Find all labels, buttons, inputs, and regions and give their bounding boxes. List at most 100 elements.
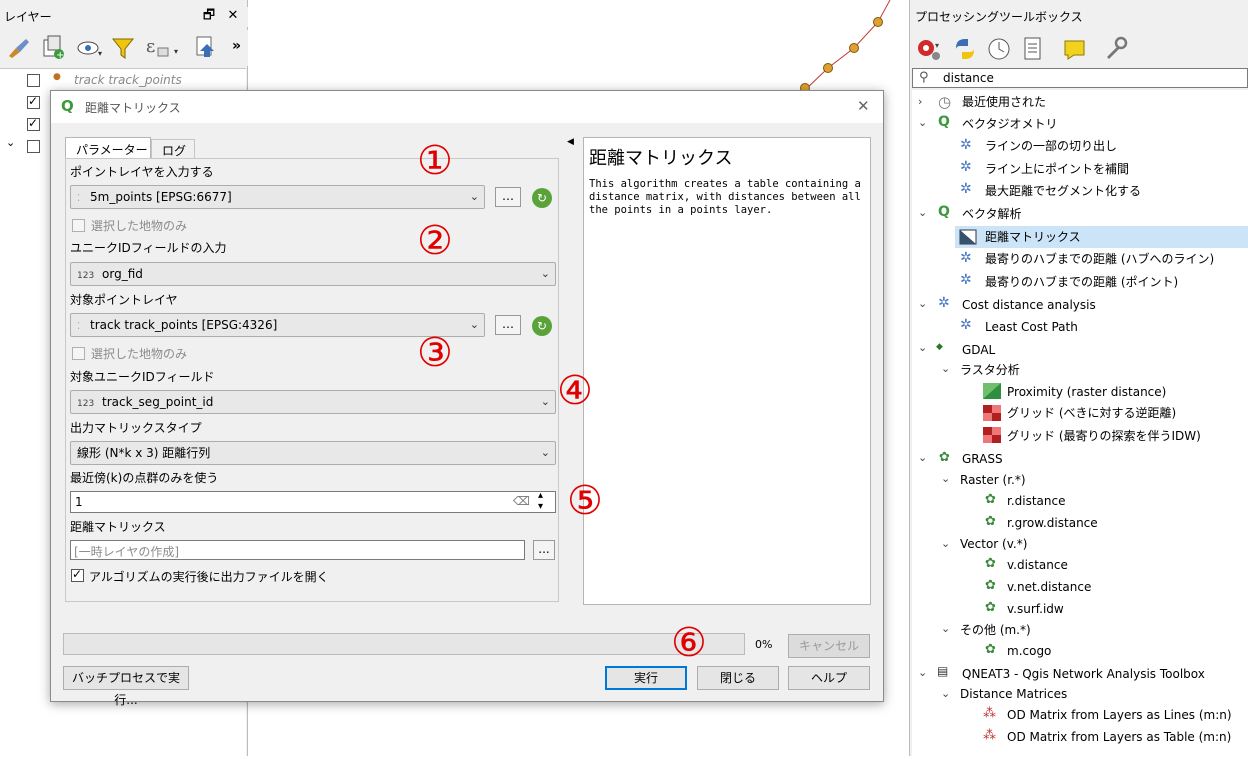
- tree-item[interactable]: 最大距離でセグメント化する: [985, 180, 1141, 202]
- tree-item[interactable]: 最寄りのハブまでの距離 (ハブへのライン): [985, 248, 1214, 270]
- expand-chevron-icon[interactable]: ⌄: [6, 136, 15, 149]
- tree-item[interactable]: Least Cost Path: [985, 316, 1078, 338]
- qgis-logo-icon: Q: [938, 114, 950, 130]
- chevron-right-icon[interactable]: ›: [918, 95, 922, 108]
- svg-text:+: +: [56, 50, 64, 60]
- chevron-down-icon[interactable]: ⌄: [918, 451, 927, 464]
- tree-item[interactable]: v.net.distance: [1007, 576, 1091, 598]
- chevron-down-icon[interactable]: ⌄: [941, 362, 950, 375]
- style-brush-icon[interactable]: [6, 36, 32, 60]
- chevron-down-icon[interactable]: ⌄: [941, 472, 950, 485]
- tree-item[interactable]: OD Matrix from Layers as Lines (m:n): [1007, 704, 1232, 726]
- grid-raster-icon: [983, 405, 1001, 421]
- collapse-help-arrow-icon[interactable]: ◀: [567, 137, 574, 147]
- dialog-titlebar: Q 距離マトリックス ✕: [51, 91, 883, 123]
- output-browse-button[interactable]: ...: [533, 540, 555, 560]
- chevron-down-icon[interactable]: ⌄: [918, 666, 927, 679]
- input-points-label: ポイントレイヤを入力する: [70, 165, 214, 179]
- tree-group[interactable]: Raster (r.*): [960, 469, 1026, 491]
- tree-group[interactable]: ベクタジオメトリ: [962, 113, 1058, 135]
- tree-item[interactable]: 最近使用された: [962, 91, 1046, 113]
- grass-algorithm-icon: ✿: [985, 642, 996, 657]
- results-document-icon[interactable]: [1020, 36, 1046, 62]
- tree-item[interactable]: 最寄りのハブまでの距離 (ポイント): [985, 271, 1178, 293]
- dialog-close-icon[interactable]: ✕: [857, 97, 870, 115]
- python-icon[interactable]: [952, 36, 978, 62]
- spin-arrows-icon[interactable]: ▴ ▾: [538, 490, 543, 512]
- history-clock-icon[interactable]: [986, 36, 1012, 62]
- expression-filter-icon[interactable]: ε ▾: [144, 34, 184, 60]
- chevron-down-icon[interactable]: ⌄: [941, 687, 950, 700]
- tree-group[interactable]: Cost distance analysis: [962, 294, 1096, 316]
- output-label: 距離マトリックス: [70, 520, 166, 534]
- open-output-checkbox[interactable]: ✓: [71, 567, 84, 582]
- filter-icon[interactable]: [110, 36, 136, 60]
- tree-item[interactable]: ラインの一部の切り出し: [985, 135, 1117, 157]
- tree-item[interactable]: グリッド (べきに対する逆距離): [1007, 402, 1176, 424]
- target-id-combo[interactable]: 123 track_seg_point_id ⌄: [70, 390, 556, 414]
- expand-all-icon[interactable]: [194, 34, 220, 60]
- grass-algorithm-icon: ✿: [985, 514, 996, 529]
- tree-item[interactable]: v.surf.idw: [1007, 598, 1064, 620]
- tree-item[interactable]: r.grow.distance: [1007, 512, 1098, 534]
- batch-process-button[interactable]: バッチプロセスで実行...: [63, 666, 189, 707]
- iterate-green-icon[interactable]: ↻: [532, 188, 552, 208]
- chevron-down-icon[interactable]: ⌄: [918, 116, 927, 129]
- models-gear-icon[interactable]: ▾: [915, 36, 943, 62]
- distance-matrix-icon: [959, 229, 977, 245]
- tree-group[interactable]: ラスタ分析: [960, 359, 1020, 381]
- selected-only-checkbox[interactable]: [72, 219, 85, 232]
- iterate-green-icon[interactable]: ↻: [532, 316, 552, 336]
- layer-checkbox[interactable]: [27, 74, 40, 87]
- layer-checkbox[interactable]: [27, 140, 40, 153]
- chevron-down-icon[interactable]: ⌄: [941, 622, 950, 635]
- add-group-icon[interactable]: +: [40, 34, 66, 60]
- cancel-button[interactable]: キャンセル: [788, 634, 870, 658]
- close-button[interactable]: 閉じる: [697, 666, 779, 690]
- run-button[interactable]: 実行: [605, 666, 687, 690]
- tree-item[interactable]: ライン上にポイントを補間: [985, 158, 1129, 180]
- tree-group[interactable]: Distance Matrices: [960, 683, 1067, 705]
- selected-only-label: 選択した地物のみ: [91, 219, 188, 233]
- tab-parameters[interactable]: パラメーター: [65, 137, 151, 159]
- toolbar-overflow-icon[interactable]: »: [232, 38, 241, 54]
- chevron-down-icon[interactable]: ⌄: [918, 206, 927, 219]
- browse-button[interactable]: …: [495, 315, 521, 335]
- chevron-down-icon[interactable]: ⌄: [941, 537, 950, 550]
- chevron-down-icon[interactable]: ⌄: [918, 297, 927, 310]
- tab-log[interactable]: ログ: [151, 139, 195, 159]
- layer-checkbox[interactable]: [27, 94, 40, 109]
- matrix-type-combo[interactable]: 線形 (N*k x 3) 距離行列 ⌄: [70, 441, 556, 465]
- unique-id-combo[interactable]: 123 org_fid ⌄: [70, 262, 556, 286]
- toolbox-search-input[interactable]: ⚲ distance: [912, 68, 1248, 88]
- layer-name[interactable]: track track_points: [74, 73, 182, 87]
- tree-item[interactable]: r.distance: [1007, 490, 1066, 512]
- layer-checkbox[interactable]: [27, 116, 40, 131]
- chevron-down-icon[interactable]: ⌄: [918, 341, 927, 354]
- float-panel-icon[interactable]: 🗗: [200, 7, 218, 25]
- visibility-eye-icon[interactable]: ▾: [76, 36, 104, 60]
- nearest-k-spinbox[interactable]: 1 ⌫ ▴ ▾: [70, 490, 556, 513]
- selected-only-checkbox[interactable]: [72, 347, 85, 360]
- close-panel-icon[interactable]: ✕: [224, 7, 242, 25]
- tree-group[interactable]: GRASS: [962, 448, 1003, 470]
- tree-item[interactable]: v.distance: [1007, 554, 1068, 576]
- tree-item-selected[interactable]: 距離マトリックス: [985, 226, 1081, 248]
- help-button[interactable]: ヘルプ: [788, 666, 870, 690]
- tree-group[interactable]: ベクタ解析: [962, 203, 1022, 225]
- input-points-combo[interactable]: ⁚ 5m_points [EPSG:6677] ⌄: [70, 185, 485, 209]
- tree-item[interactable]: OD Matrix from Layers as Table (m:n): [1007, 726, 1231, 748]
- options-wrench-icon[interactable]: [1102, 36, 1128, 62]
- help-panel: 距離マトリックス This algorithm creates a table …: [583, 137, 871, 605]
- output-path-input[interactable]: [一時レイヤの作成]: [70, 540, 525, 560]
- tree-group[interactable]: QNEAT3 - Qgis Network Analysis Toolbox: [962, 663, 1205, 685]
- tree-group[interactable]: その他 (m.*): [960, 619, 1031, 641]
- clear-value-icon[interactable]: ⌫: [513, 494, 530, 508]
- browse-button[interactable]: …: [495, 187, 521, 207]
- tree-item[interactable]: m.cogo: [1007, 640, 1051, 662]
- tree-item[interactable]: Proximity (raster distance): [1007, 381, 1166, 403]
- edit-features-icon[interactable]: [1062, 36, 1088, 62]
- tree-group[interactable]: Vector (v.*): [960, 533, 1027, 555]
- tree-item[interactable]: グリッド (最寄りの探索を伴うIDW): [1007, 425, 1201, 447]
- tree-group[interactable]: GDAL: [962, 339, 995, 361]
